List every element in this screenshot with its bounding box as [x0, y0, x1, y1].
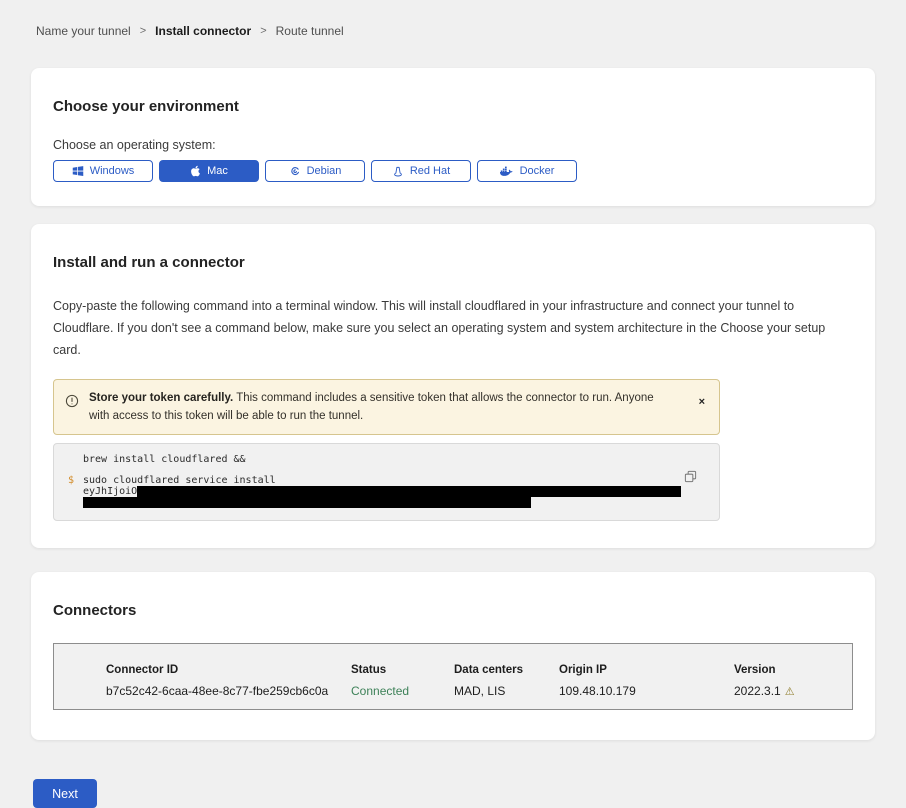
install-command-codeblock: brew install cloudflared && $ sudo cloud… [53, 443, 720, 521]
data-centers-value: MAD, LIS [454, 684, 559, 698]
status-badge: Connected [351, 684, 454, 698]
connectors-table: Connector ID Status Data centers Origin … [53, 643, 853, 710]
choose-environment-card: Choose your environment Choose an operat… [31, 68, 875, 206]
install-connector-card: Install and run a connector Copy-paste t… [31, 224, 875, 548]
tunnel-setup-page: Name your tunnel > Install connector > R… [0, 0, 906, 808]
os-button-label: Mac [207, 165, 228, 177]
token-redaction-bar [83, 497, 531, 508]
copy-icon[interactable] [684, 470, 697, 486]
redhat-icon [392, 165, 404, 178]
connectors-table-header: Connector ID Status Data centers Origin … [106, 664, 852, 684]
alert-circle-icon [65, 394, 79, 413]
table-row: b7c52c42-6caa-48ee-8c77-fbe259cb6c0a Con… [106, 684, 852, 698]
breadcrumb-install-connector[interactable]: Install connector [155, 24, 251, 38]
warning-triangle-icon: ⚠ [785, 686, 795, 698]
os-button-label: Debian [307, 165, 342, 177]
breadcrumb-route-tunnel[interactable]: Route tunnel [276, 24, 344, 38]
column-header-version: Version [734, 664, 852, 684]
column-header-connector-id: Connector ID [106, 664, 351, 684]
os-button-redhat[interactable]: Red Hat [371, 160, 471, 182]
os-button-docker[interactable]: Docker [477, 160, 577, 182]
os-button-debian[interactable]: Debian [265, 160, 365, 182]
choose-environment-title: Choose your environment [53, 98, 853, 115]
breadcrumb-separator: > [140, 25, 146, 37]
os-button-windows[interactable]: Windows [53, 160, 153, 182]
os-button-label: Windows [90, 165, 135, 177]
os-button-group: Windows Mac Debian Red Hat [53, 160, 853, 182]
next-button[interactable]: Next [33, 779, 97, 808]
close-icon[interactable]: × [695, 396, 709, 408]
os-button-label: Docker [520, 165, 555, 177]
docker-icon [500, 166, 514, 177]
version-value: 2022.3.1 ⚠ [734, 684, 852, 698]
token-warning-bold: Store your token carefully. [89, 392, 233, 404]
code-line-sudo: sudo cloudflared service install [83, 475, 681, 486]
breadcrumb: Name your tunnel > Install connector > R… [31, 0, 875, 38]
os-button-mac[interactable]: Mac [159, 160, 259, 182]
token-warning-text: Store your token carefully. This command… [89, 389, 695, 426]
breadcrumb-separator: > [260, 25, 266, 37]
apple-icon [190, 165, 201, 177]
breadcrumb-name-your-tunnel[interactable]: Name your tunnel [36, 24, 131, 38]
install-description: Copy-paste the following command into a … [53, 296, 853, 362]
token-redaction-bar [137, 486, 681, 497]
column-header-status: Status [351, 664, 454, 684]
connectors-title: Connectors [53, 602, 853, 619]
code-line-brew: brew install cloudflared && [68, 454, 705, 465]
token-prefix: eyJhIjoiO [83, 486, 137, 497]
column-header-origin-ip: Origin IP [559, 664, 734, 684]
install-connector-title: Install and run a connector [53, 254, 853, 271]
shell-prompt: $ [68, 475, 83, 508]
origin-ip-value: 109.48.10.179 [559, 684, 734, 698]
column-header-data-centers: Data centers [454, 664, 559, 684]
windows-icon [72, 165, 84, 177]
os-select-label: Choose an operating system: [53, 138, 853, 152]
debian-icon [289, 165, 301, 177]
token-warning-banner: Store your token carefully. This command… [53, 379, 720, 436]
connector-id-value: b7c52c42-6caa-48ee-8c77-fbe259cb6c0a [106, 684, 351, 698]
connectors-card: Connectors Connector ID Status Data cent… [31, 572, 875, 740]
version-number: 2022.3.1 [734, 684, 781, 698]
os-button-label: Red Hat [410, 165, 450, 177]
